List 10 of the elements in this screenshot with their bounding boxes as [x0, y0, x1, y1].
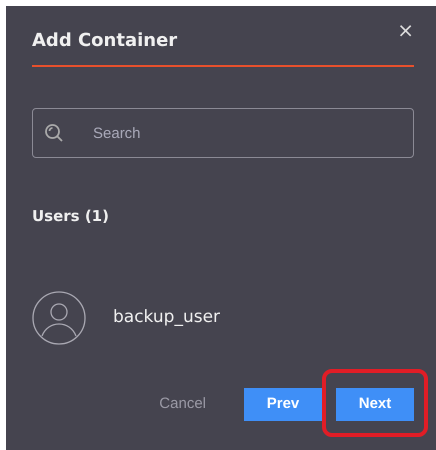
cancel-button[interactable]: Cancel [135, 388, 230, 420]
action-button[interactable]: Prev [244, 388, 322, 420]
user-name: backup_user [113, 306, 220, 329]
action-button[interactable]: Next [336, 388, 414, 420]
avatar-icon [32, 290, 86, 344]
close-button[interactable]: × [393, 20, 418, 40]
search-icon [44, 123, 64, 143]
search-field[interactable]: Search [32, 108, 414, 158]
section-heading: Users (1) [32, 206, 110, 227]
dialog-title: Add Container [32, 32, 178, 50]
